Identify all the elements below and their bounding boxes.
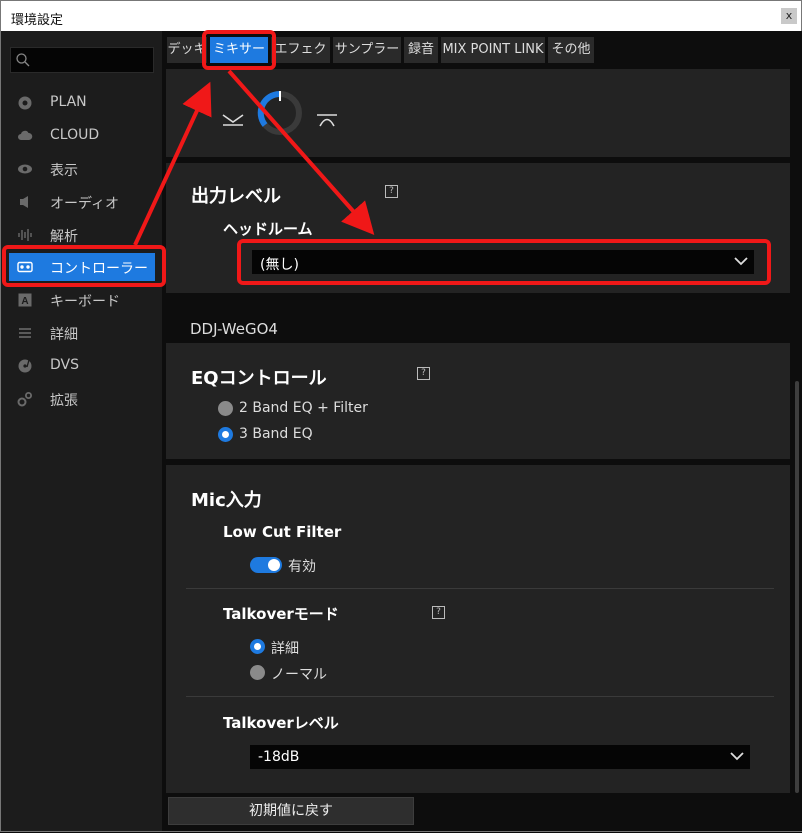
arrow-controller-to-mixer [133, 81, 212, 246]
preferences-window: 環境設定 x PLAN CLOUD 表示 オーディオ 解析 コントローラー A … [0, 0, 802, 832]
arrow-mixer-to-headroom [227, 69, 375, 235]
annotation-arrows [133, 69, 375, 246]
